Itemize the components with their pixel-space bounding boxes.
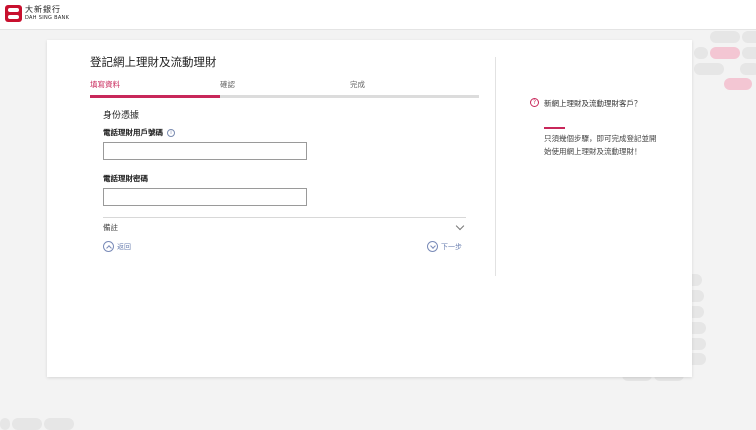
logo-english-name: DAH SING BANK: [25, 15, 70, 21]
column-divider: [495, 57, 496, 276]
sidebar-title: 新網上理財及流動理財客戶？: [544, 99, 642, 108]
sidebar-accent-rule: [544, 127, 565, 129]
dah-sing-logo[interactable]: 大新銀行 DAH SING BANK: [5, 5, 69, 22]
remarks-toggle[interactable]: 備註: [103, 222, 118, 233]
step-complete: 完成: [350, 80, 365, 89]
remarks-divider: [103, 217, 466, 218]
step-fill-in-details: 填寫資料: [90, 80, 120, 89]
info-icon[interactable]: i: [167, 129, 175, 137]
back-button[interactable]: 返回: [103, 241, 131, 252]
chevron-down-icon[interactable]: [455, 221, 465, 231]
registration-card: 登記網上理財及流動理財 填寫資料 確認 完成 身份憑據 電話理財用戶號碼 i 電話…: [47, 40, 692, 377]
chevron-up-circle-icon: [103, 241, 114, 252]
back-button-label: 返回: [117, 242, 131, 251]
phone-password-input[interactable]: [103, 188, 307, 206]
step-progress-fill: [90, 95, 220, 98]
phone-user-number-input[interactable]: [103, 142, 307, 160]
next-button[interactable]: 下一步: [427, 241, 462, 252]
top-bar: 大新銀行 DAH SING BANK: [0, 0, 756, 30]
phone-user-number-label-text: 電話理財用戶號碼: [103, 128, 163, 137]
logo-mark-icon: [5, 5, 22, 22]
step-confirm: 確認: [220, 80, 235, 89]
question-icon: ?: [530, 98, 539, 107]
phone-password-label: 電話理財密碼: [103, 174, 148, 183]
next-button-label: 下一步: [441, 242, 462, 251]
chevron-down-circle-icon: [427, 241, 438, 252]
section-title-credentials: 身份憑據: [103, 111, 140, 121]
phone-user-number-label: 電話理財用戶號碼 i: [103, 127, 175, 138]
sidebar-description: 只須幾個步驟，即可完成登記並開始使用網上理財及流動理財！: [544, 134, 657, 156]
step-progress-bar: [90, 95, 479, 98]
page-title: 登記網上理財及流動理財: [90, 55, 217, 69]
logo-chinese-name: 大新銀行: [25, 5, 61, 14]
